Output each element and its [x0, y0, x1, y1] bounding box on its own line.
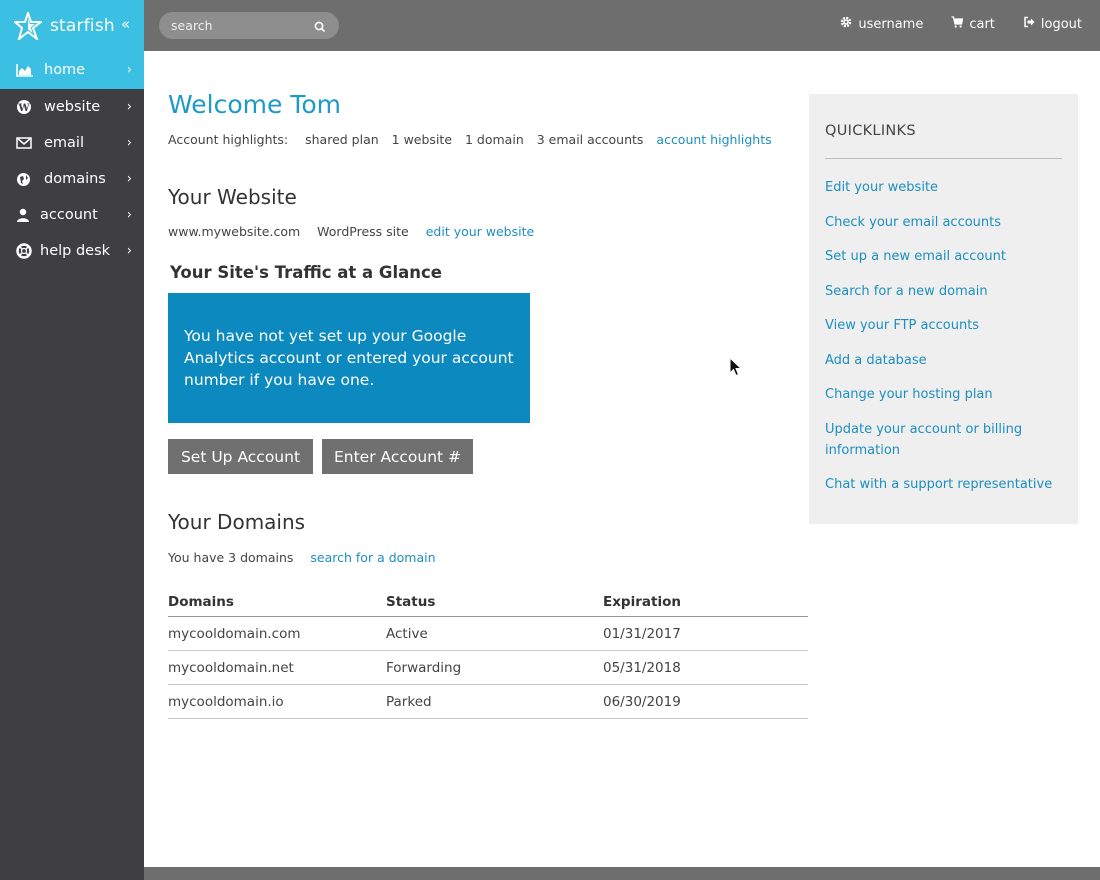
traffic-heading: Your Site's Traffic at a Glance [170, 263, 442, 282]
sidebar: starfish « home › W website › email › do… [0, 0, 144, 880]
sidebar-item-label: domains [44, 171, 106, 187]
chevron-right-icon: › [126, 135, 132, 151]
expiration-cell: 06/30/2019 [603, 693, 681, 710]
chevron-right-icon: › [126, 171, 132, 187]
quicklink-update-billing[interactable]: Update your account or billing informati… [825, 419, 1055, 461]
footer-bar [144, 867, 1100, 880]
search-domain-link[interactable]: search for a domain [310, 550, 435, 565]
column-header[interactable]: Expiration [603, 594, 808, 610]
enter-account-button[interactable]: Enter Account # [322, 439, 473, 474]
username-label: username [858, 16, 924, 32]
account-highlights: Account highlights: shared plan 1 websit… [168, 132, 781, 147]
quicklink-check-email[interactable]: Check your email accounts [825, 212, 1055, 233]
divider [825, 158, 1062, 159]
emails-count: 3 email accounts [536, 132, 644, 147]
table-row[interactable]: mycooldomain.io Parked 06/30/2019 [168, 685, 808, 719]
sidebar-item-label: help desk [40, 243, 111, 259]
status-cell: Forwarding [386, 659, 462, 676]
quicklinks-title: QUICKLINKS [825, 123, 916, 139]
sidebar-item-label: website [44, 99, 101, 115]
status-cell: Active [386, 625, 428, 642]
plan-text: shared plan [305, 132, 379, 147]
domain-cell: mycooldomain.io [168, 693, 284, 710]
edit-website-link[interactable]: edit your website [426, 224, 534, 239]
top-bar: username cart logout [144, 0, 1100, 51]
username-link[interactable]: username [840, 16, 923, 32]
domains-count-text: You have 3 domains [168, 550, 294, 565]
account-highlights-link[interactable]: account highlights [656, 132, 771, 147]
websites-count: 1 website [391, 132, 453, 147]
chevron-right-icon: › [126, 62, 132, 78]
mouse-cursor-icon [729, 356, 743, 377]
website-info: www.mywebsite.com WordPress site edit yo… [168, 224, 543, 239]
column-header[interactable]: Domains [168, 594, 386, 610]
quicklink-search-domain[interactable]: Search for a new domain [825, 281, 1055, 302]
expiration-cell: 01/31/2017 [603, 625, 681, 642]
brand-header: starfish « [0, 0, 144, 51]
collapse-sidebar-icon[interactable]: « [121, 15, 130, 33]
wordpress-icon: W [16, 99, 36, 115]
expiration-cell: 05/31/2018 [603, 659, 681, 676]
table-row[interactable]: mycooldomain.net Forwarding 05/31/2018 [168, 651, 808, 685]
user-icon [16, 207, 36, 223]
cart-label: cart [969, 16, 995, 32]
quicklinks-list: Edit your website Check your email accou… [825, 177, 1055, 509]
sidebar-item-help-desk[interactable]: help desk › [0, 233, 144, 269]
your-domains-heading: Your Domains [168, 510, 306, 534]
set-up-account-button[interactable]: Set Up Account [168, 439, 313, 474]
sidebar-item-account[interactable]: account › [0, 197, 144, 233]
domain-cell: mycooldomain.net [168, 659, 294, 676]
sidebar-item-label: account [40, 207, 98, 223]
your-website-heading: Your Website [168, 185, 297, 209]
search-box [159, 12, 339, 39]
domains-table: Domains Status Expiration mycooldomain.c… [168, 587, 808, 719]
globe-icon [16, 171, 36, 187]
column-header[interactable]: Status [386, 594, 603, 610]
chevron-right-icon: › [126, 207, 132, 223]
quicklinks-panel: QUICKLINKS Edit your website Check your … [809, 94, 1078, 524]
sidebar-item-domains[interactable]: domains › [0, 161, 144, 197]
quicklink-change-plan[interactable]: Change your hosting plan [825, 384, 1055, 405]
sidebar-item-email[interactable]: email › [0, 125, 144, 161]
table-header: Domains Status Expiration [168, 587, 808, 617]
sidebar-item-website[interactable]: W website › [0, 89, 144, 125]
sidebar-item-home[interactable]: home › [0, 51, 144, 89]
highlights-label: Account highlights: [168, 132, 289, 147]
quicklink-chat-support[interactable]: Chat with a support representative [825, 474, 1055, 495]
starfish-logo-icon[interactable] [14, 11, 42, 40]
welcome-title: Welcome Tom [168, 90, 341, 119]
cart-link[interactable]: cart [951, 16, 995, 32]
search-icon[interactable] [313, 19, 327, 33]
status-cell: Parked [386, 693, 432, 710]
top-links: username cart logout [840, 16, 1082, 32]
quicklink-new-email[interactable]: Set up a new email account [825, 246, 1055, 267]
envelope-icon [16, 135, 36, 151]
life-ring-icon [16, 243, 36, 259]
domains-count: 1 domain [465, 132, 524, 147]
website-url: www.mywebsite.com [168, 224, 301, 239]
chevron-right-icon: › [126, 243, 132, 259]
search-input[interactable] [171, 18, 301, 33]
domains-info: You have 3 domains search for a domain [168, 550, 445, 565]
logout-link[interactable]: logout [1023, 16, 1082, 32]
website-type: WordPress site [317, 224, 409, 239]
logout-icon [1023, 16, 1035, 32]
analytics-notice: You have not yet set up your Google Anal… [168, 293, 530, 423]
svg-text:W: W [17, 103, 30, 114]
gear-icon [840, 16, 852, 32]
cart-icon [951, 16, 964, 32]
sidebar-item-label: home [44, 62, 86, 78]
chevron-right-icon: › [126, 99, 132, 115]
domain-cell: mycooldomain.com [168, 625, 301, 642]
quicklink-ftp-accounts[interactable]: View your FTP accounts [825, 315, 1055, 336]
area-chart-icon [16, 62, 36, 78]
sidebar-item-label: email [44, 135, 84, 151]
quicklink-edit-website[interactable]: Edit your website [825, 177, 1055, 198]
table-row[interactable]: mycooldomain.com Active 01/31/2017 [168, 617, 808, 651]
logout-label: logout [1040, 16, 1082, 32]
quicklink-add-database[interactable]: Add a database [825, 350, 1055, 371]
brand-name: starfish [50, 15, 115, 36]
